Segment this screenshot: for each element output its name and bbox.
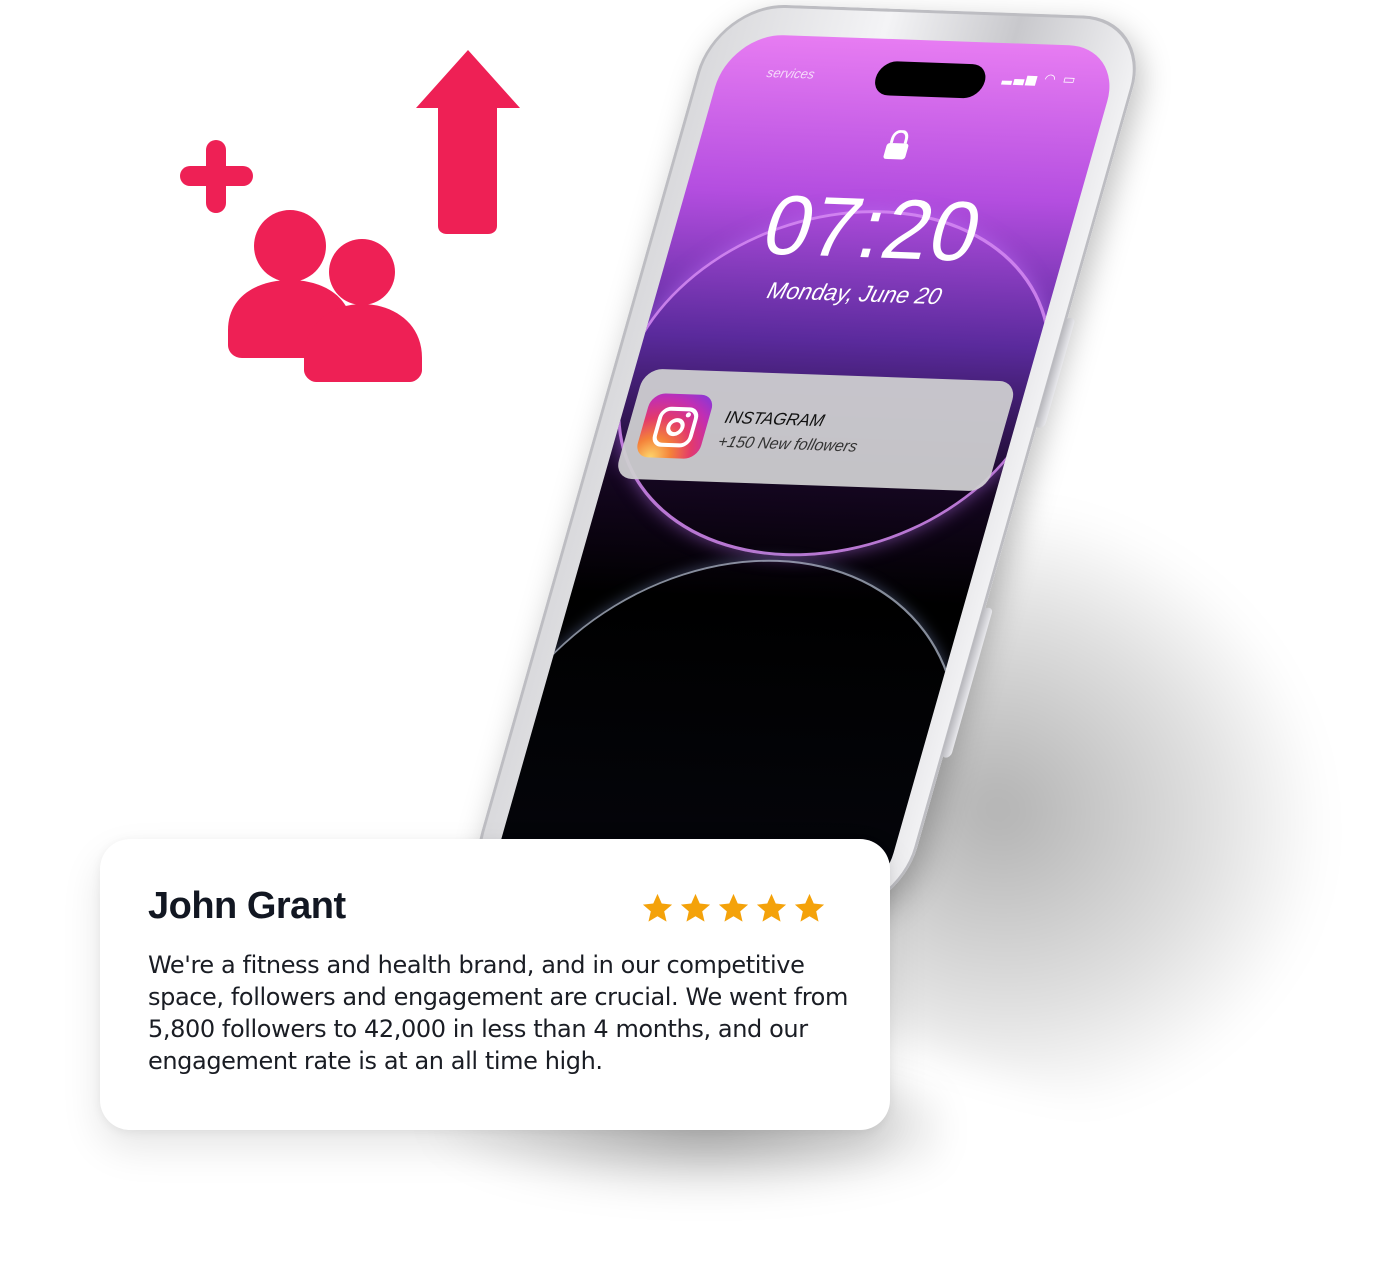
lock-icon — [883, 129, 909, 160]
instagram-icon — [633, 392, 716, 460]
notification-message: +150 New followers — [715, 433, 860, 456]
star-icon — [794, 893, 825, 922]
review-card: John Grant We're a fitness and health br… — [100, 839, 890, 1130]
rating-stars — [640, 891, 827, 926]
review-text: We're a fitness and health brand, and in… — [148, 951, 848, 1075]
add-followers-icon — [180, 140, 422, 382]
lock-screen-time: 07:20 — [753, 177, 994, 279]
dynamic-island — [870, 60, 990, 99]
signal-icon: ▂▃▅ — [1001, 69, 1042, 86]
notification-app-name: INSTAGRAM — [722, 407, 827, 431]
scene: services ▂▃▅ ◠ ▭ 07:20 Monday, June 20 I… — [0, 0, 1374, 1279]
status-icons: ▂▃▅ ◠ ▭ — [1001, 69, 1080, 88]
wifi-icon: ◠ — [1042, 70, 1060, 87]
battery-icon: ▭ — [1061, 71, 1080, 87]
star-icon — [680, 893, 711, 922]
star-icon — [718, 893, 749, 922]
star-icon — [642, 893, 673, 922]
instagram-notification[interactable]: INSTAGRAM +150 New followers — [613, 368, 1018, 492]
up-arrow-icon — [416, 50, 520, 234]
star-icon — [756, 893, 787, 922]
carrier-label: services — [765, 64, 817, 82]
reviewer-name: John Grant — [148, 885, 346, 927]
